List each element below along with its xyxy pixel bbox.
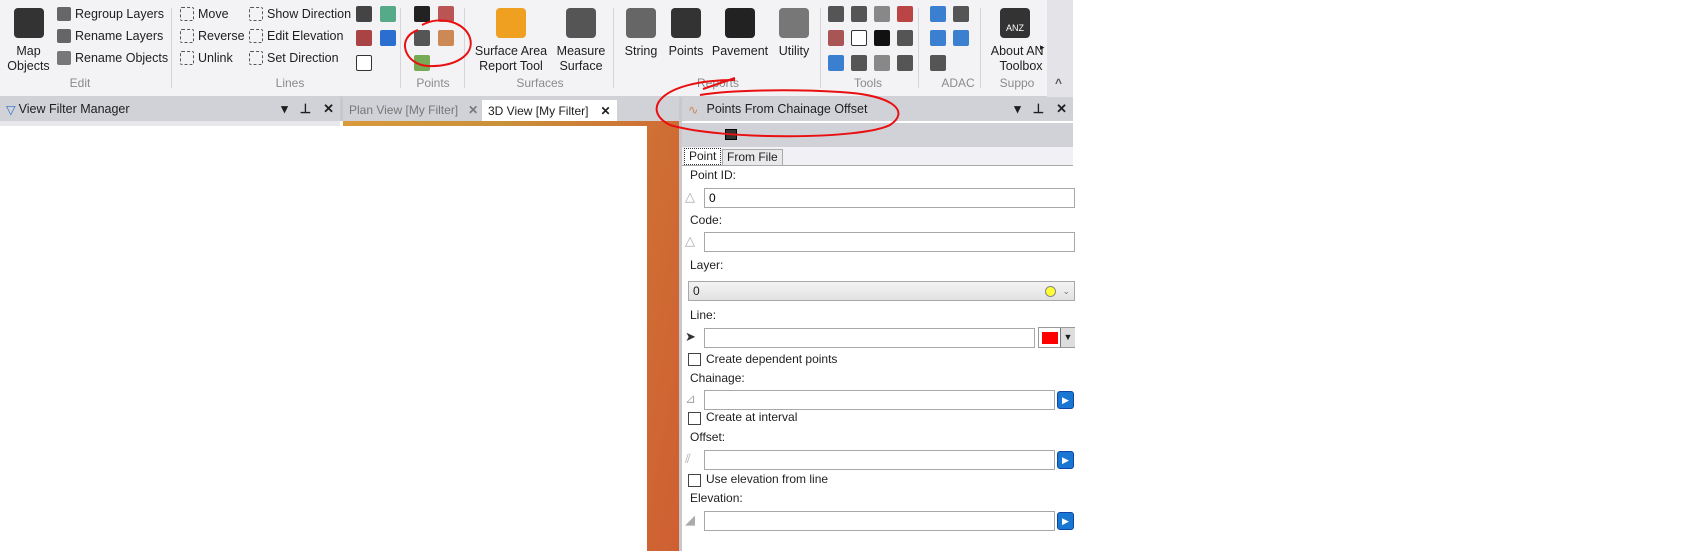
red-annotations <box>404 19 900 138</box>
annotation-circle-points <box>404 19 472 68</box>
annotation-circle-panel <box>655 79 900 138</box>
